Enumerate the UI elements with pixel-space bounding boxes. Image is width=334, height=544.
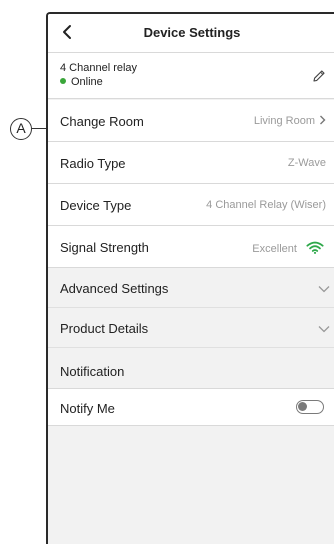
change-room-label: Change Room (60, 114, 144, 129)
status-text: Online (71, 76, 103, 88)
device-name: 4 Channel relay (60, 62, 138, 74)
page-title: Device Settings (143, 25, 241, 40)
header-bar: Device Settings (48, 14, 334, 53)
product-details-label: Product Details (60, 321, 149, 336)
product-details-section[interactable]: Product Details (48, 308, 334, 348)
phone-screen: Device Settings 4 Channel relay Online C… (46, 12, 334, 544)
device-type-row: Device Type 4 Channel Relay (Wiser) (48, 184, 334, 226)
signal-strength-value: Excellent (252, 241, 324, 255)
radio-type-label: Radio Type (60, 156, 126, 171)
notification-section: Notification (48, 348, 334, 388)
device-type-value: 4 Channel Relay (Wiser) (206, 199, 326, 211)
signal-strength-label: Signal Strength (60, 240, 149, 255)
status-indicator: Online (60, 76, 103, 88)
notification-label: Notification (60, 364, 125, 379)
notify-me-row: Notify Me (48, 388, 334, 426)
pencil-icon[interactable] (312, 69, 326, 83)
device-type-label: Device Type (60, 198, 132, 213)
toggle-knob (298, 402, 307, 411)
change-room-value: Living Room (254, 115, 326, 127)
notify-me-toggle[interactable] (296, 400, 324, 414)
advanced-settings-label: Advanced Settings (60, 281, 169, 296)
wifi-icon (306, 241, 324, 254)
signal-text: Excellent (252, 243, 297, 255)
chevron-down-icon (318, 286, 330, 293)
callout-a-marker: A (10, 118, 32, 140)
change-room-row[interactable]: Change Room Living Room (48, 100, 334, 142)
notify-me-label: Notify Me (60, 401, 115, 416)
signal-strength-row: Signal Strength Excellent (48, 226, 334, 268)
advanced-settings-section[interactable]: Advanced Settings (48, 268, 334, 308)
chevron-right-icon (320, 115, 326, 125)
online-dot-icon (60, 78, 66, 84)
radio-type-row: Radio Type Z-Wave (48, 142, 334, 184)
room-name: Living Room (253, 115, 315, 127)
device-name-row[interactable]: 4 Channel relay Online (48, 53, 334, 99)
chevron-down-icon (318, 326, 330, 333)
radio-type-value: Z-Wave (287, 157, 326, 169)
